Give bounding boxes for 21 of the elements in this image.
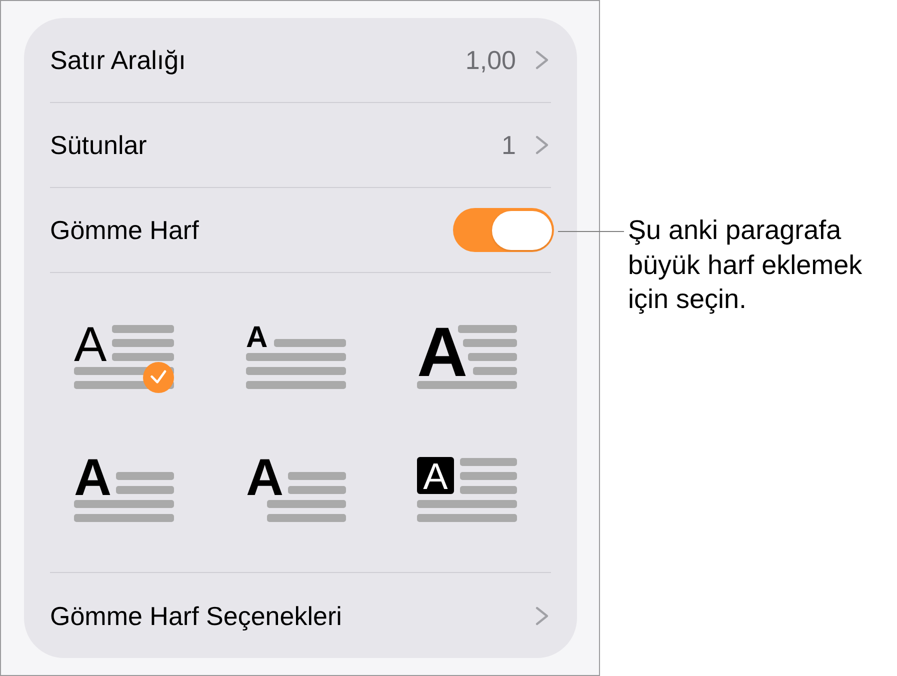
text-lines-icon [417, 458, 517, 522]
setting-label: Gömme Harf [50, 214, 199, 246]
chevron-right-icon[interactable] [535, 606, 549, 626]
drop-cap-style-button[interactable]: A [74, 320, 174, 393]
setting-label: Satır Aralığı [50, 44, 186, 76]
chevron-right-icon[interactable] [535, 135, 549, 155]
setting-label: Gömme Harf Seçenekleri [50, 600, 342, 632]
drop-cap-style-button[interactable]: A [417, 320, 517, 393]
leader-line [558, 231, 624, 232]
setting-value: 1 [502, 130, 516, 160]
drop-cap-style-button[interactable]: A [417, 453, 517, 526]
text-lines-icon [417, 324, 517, 388]
setting-value: 1,00 [465, 44, 516, 76]
setting-label: Sütunlar [50, 130, 147, 160]
check-icon [143, 362, 174, 393]
callout-text: Şu anki paragrafa büyük harf eklemek için seçin. [628, 214, 862, 316]
drop-cap-style-button[interactable]: A [246, 320, 346, 393]
toggle-switch[interactable] [453, 208, 554, 252]
drop-cap-style-button[interactable]: A [246, 453, 346, 526]
drop-cap-style-button[interactable]: A [74, 453, 174, 526]
chevron-right-icon[interactable] [535, 50, 549, 70]
